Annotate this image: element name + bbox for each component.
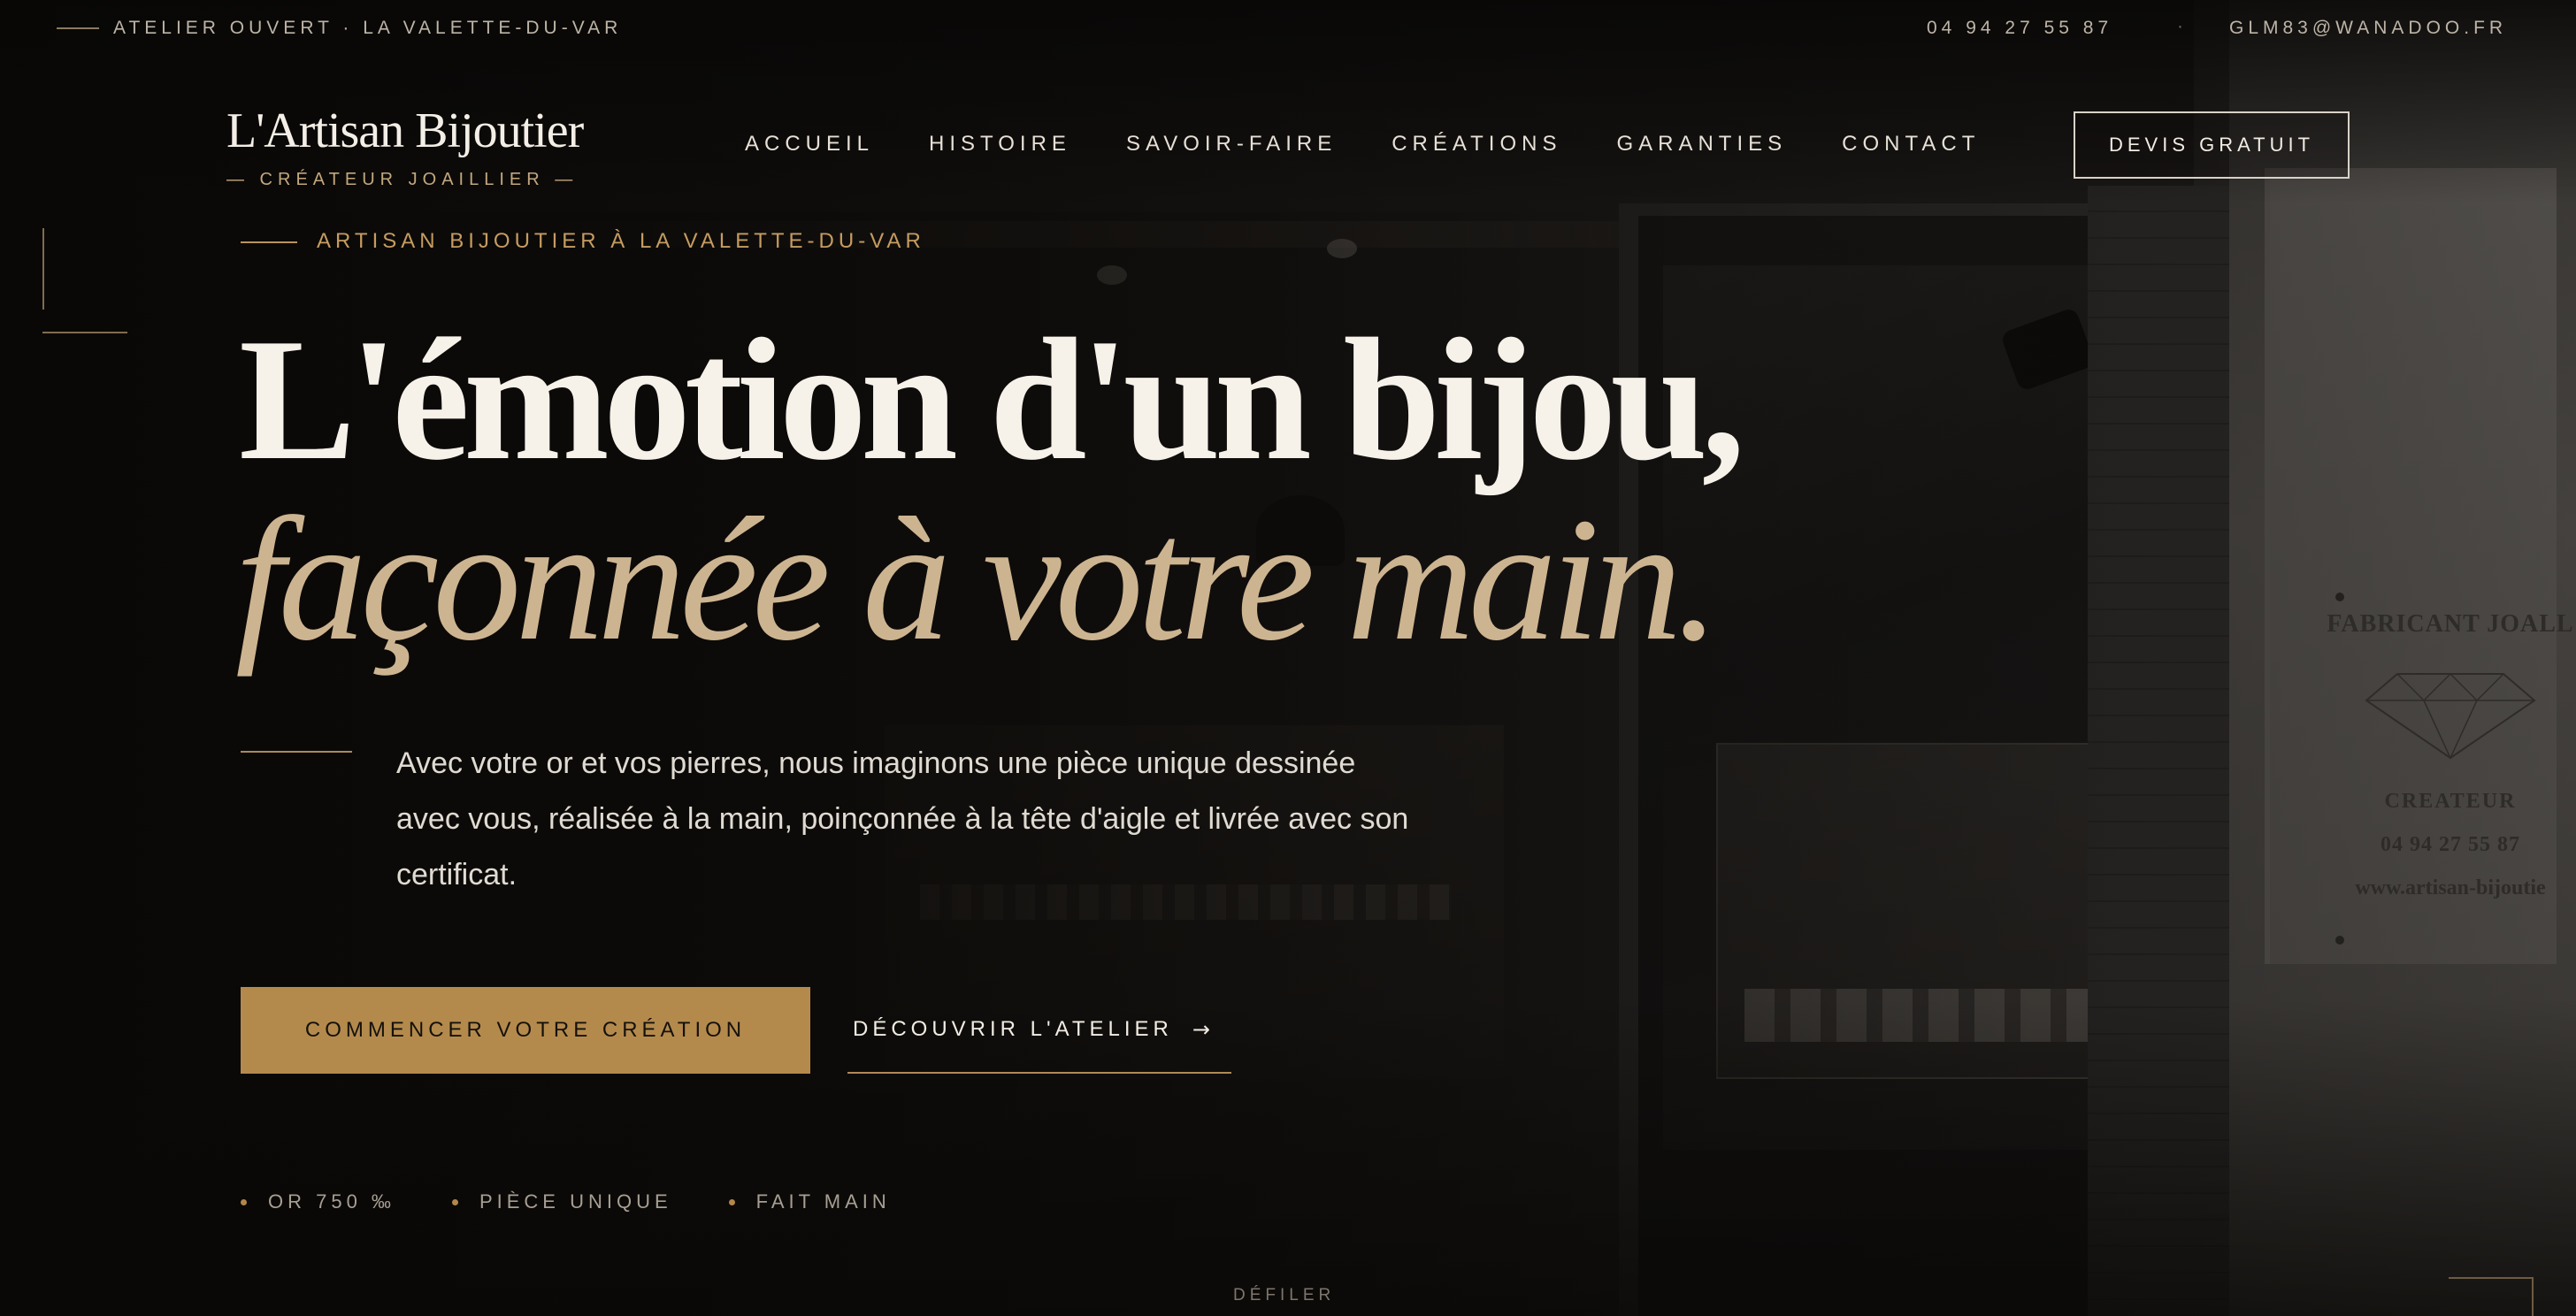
sign-pin <box>2335 936 2344 945</box>
bullet-dot-icon <box>241 1198 247 1205</box>
opening-status: ATELIER OUVERT · LA VALETTE-DU-VAR <box>113 18 623 38</box>
feature-item: PIÈCE UNIQUE <box>451 1190 672 1213</box>
phone-link[interactable]: 04 94 27 55 87 <box>1927 18 2112 39</box>
hero-title-line-2: façonnée à votre main. <box>235 482 1720 677</box>
topbar-separator: · <box>2177 16 2183 36</box>
sign-phone: 04 94 27 55 87 <box>2380 833 2520 856</box>
email-link[interactable]: GLM83@WANADOO.FR <box>2229 18 2507 39</box>
nav-item-histoire[interactable]: HISTOIRE <box>929 132 1071 157</box>
feature-list: OR 750 ‰ PIÈCE UNIQUE FAIT MAIN <box>241 1190 947 1213</box>
decorative-line-horizontal <box>42 332 127 333</box>
diamond-icon <box>2365 672 2536 760</box>
free-quote-button[interactable]: DEVIS GRATUIT <box>2074 111 2350 179</box>
feature-label: PIÈCE UNIQUE <box>479 1190 672 1213</box>
nav-item-creations[interactable]: CRÉATIONS <box>1392 132 1561 157</box>
main-navigation: ACCUEIL HISTOIRE SAVOIR-FAIRE CRÉATIONS … <box>745 132 2035 157</box>
decorative-line-vertical <box>42 228 44 310</box>
sign-subtitle: CREATEUR <box>2384 790 2517 813</box>
feature-item: OR 750 ‰ <box>241 1190 395 1213</box>
nav-item-garanties[interactable]: GARANTIES <box>1616 132 1787 157</box>
hero-description: Avec votre or et vos pierres, nous imagi… <box>396 746 1409 891</box>
feature-item: FAIT MAIN <box>728 1190 891 1213</box>
nav-item-accueil[interactable]: ACCUEIL <box>745 132 874 157</box>
sign-website: www.artisan-bijoutie <box>2355 876 2546 899</box>
logo-tagline: — CRÉATEUR JOAILLIER — <box>226 170 579 189</box>
bullet-dot-icon <box>728 1198 735 1205</box>
eyebrow-line <box>241 241 297 243</box>
hero-title-line-1: L'émotion d'un bijou, <box>239 302 1745 496</box>
top-info-bar: ATELIER OUVERT · LA VALETTE-DU-VAR 04 94… <box>0 0 2576 57</box>
site-logo[interactable]: L'Artisan Bijoutier — CRÉATEUR JOAILLIER… <box>226 103 584 190</box>
topbar-line <box>57 27 99 29</box>
hero-eyebrow: ARTISAN BIJOUTIER À LA VALETTE-DU-VAR <box>317 229 925 253</box>
nav-item-savoir-faire[interactable]: SAVOIR-FAIRE <box>1126 132 1337 157</box>
feature-label: OR 750 ‰ <box>268 1190 395 1213</box>
feature-label: FAIT MAIN <box>755 1190 891 1213</box>
discover-atelier-link[interactable]: DÉCOUVRIR L'ATELIER → <box>847 987 1231 1074</box>
sign-title: FABRICANT JOALL <box>2327 610 2574 638</box>
description-line <box>241 751 352 753</box>
logo-name: L'Artisan Bijoutier <box>226 103 584 158</box>
decorative-line-bottom-right <box>2449 1277 2534 1279</box>
decorative-line-bottom-right-vertical <box>2532 1277 2534 1316</box>
wall-sign: FABRICANT JOALL CREATEUR 04 94 27 55 87 … <box>2318 593 2576 945</box>
sign-pin <box>2335 593 2344 601</box>
discover-atelier-label: DÉCOUVRIR L'ATELIER <box>853 1017 1173 1041</box>
bullet-dot-icon <box>451 1198 458 1205</box>
start-creation-button[interactable]: COMMENCER VOTRE CRÉATION <box>241 987 810 1074</box>
nav-item-contact[interactable]: CONTACT <box>1842 132 1980 157</box>
scroll-indicator[interactable]: DÉFILER <box>1233 1286 1335 1305</box>
arrow-right-icon: → <box>1192 1017 1210 1042</box>
